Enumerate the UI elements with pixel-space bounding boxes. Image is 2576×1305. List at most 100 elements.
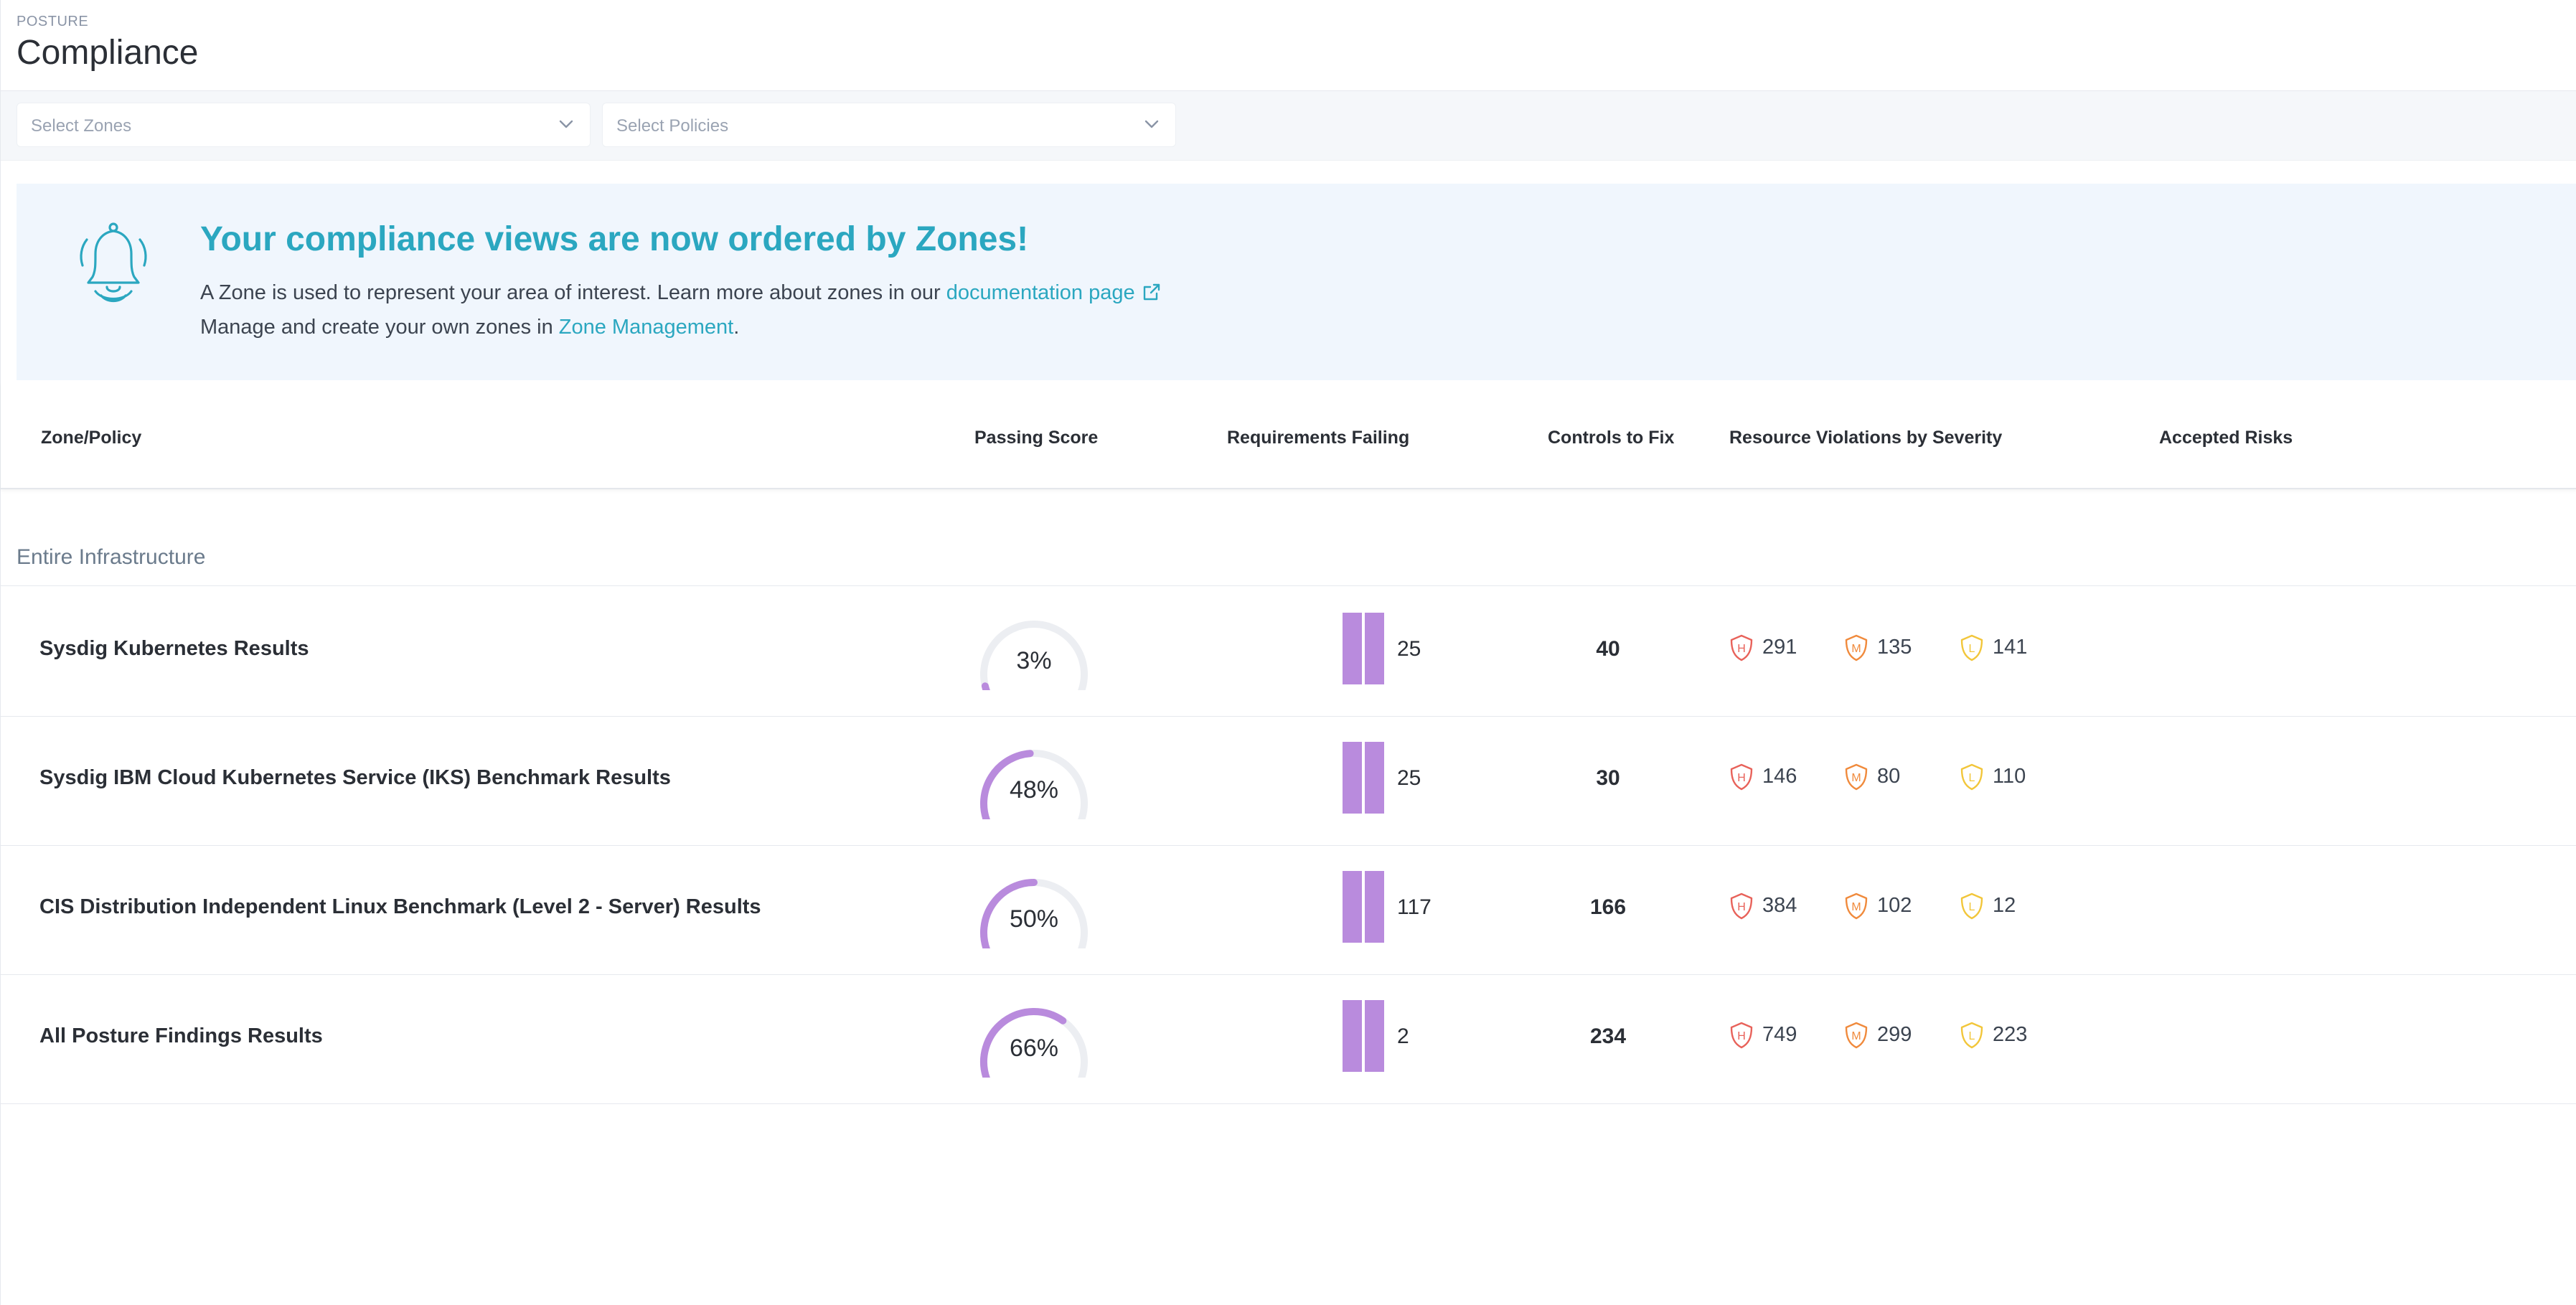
controls-to-fix-value[interactable]: 166 — [1536, 895, 1680, 920]
policies-select[interactable]: Select Policies — [602, 103, 1176, 147]
violation-count: 110 — [1993, 765, 2026, 788]
zones-select[interactable]: Select Zones — [17, 103, 591, 147]
shield-medium-icon: M — [1845, 892, 1868, 920]
severity-letter: H — [1737, 1030, 1746, 1042]
violation-count: 291 — [1762, 636, 1797, 659]
compliance-page: POSTURE Compliance Select Zones Select P… — [0, 0, 2576, 1305]
violation-count: 135 — [1877, 636, 1912, 659]
filter-bar: Select Zones Select Policies — [1, 91, 2576, 161]
violation-count: 749 — [1762, 1023, 1797, 1046]
violation-count: 299 — [1877, 1023, 1912, 1046]
banner-text: A Zone is used to represent your area of… — [200, 281, 946, 304]
page-title: Compliance — [17, 34, 199, 72]
bar-segment — [1343, 1000, 1362, 1072]
table-row[interactable]: All Posture Findings Results 66% 2 234 H 749 M… — [1, 974, 2576, 1104]
violation-count: 141 — [1993, 636, 2028, 659]
column-header-requirements-failing[interactable]: Requirements Failing — [1227, 428, 1409, 448]
requirements-failing-value[interactable]: 2 — [1397, 1024, 1409, 1049]
bar-segment — [1343, 742, 1362, 814]
table-row[interactable]: Sysdig Kubernetes Results 3% 25 40 H 291 M 135 L… — [1, 587, 2576, 717]
shield-high-icon: H — [1730, 892, 1753, 920]
shield-low-icon: L — [1960, 634, 1983, 661]
severity-letter: H — [1737, 772, 1746, 784]
controls-to-fix-value[interactable]: 40 — [1536, 637, 1680, 661]
policy-name[interactable]: CIS Distribution Independent Linux Bench… — [39, 895, 761, 919]
passing-score-value: 66% — [1009, 1035, 1059, 1062]
severity-letter: L — [1969, 643, 1975, 655]
policy-name[interactable]: Sysdig IBM Cloud Kubernetes Service (IKS… — [39, 766, 671, 790]
chevron-down-icon — [559, 120, 573, 128]
column-header-controls-to-fix[interactable]: Controls to Fix — [1548, 428, 1674, 448]
severity-letter: M — [1851, 643, 1861, 655]
requirements-bar-icon — [1343, 1000, 1387, 1072]
severity-letter: L — [1969, 901, 1975, 913]
zone-management-link[interactable]: Zone Management — [559, 316, 733, 339]
violation-count: 102 — [1877, 894, 1912, 917]
shield-high-icon: H — [1730, 763, 1753, 791]
column-header-accepted-risks[interactable]: Accepted Risks — [2159, 428, 2293, 448]
banner-text: Manage and create your own zones in — [200, 316, 559, 339]
requirements-bar-icon — [1343, 871, 1387, 943]
requirements-bar-icon — [1343, 613, 1387, 684]
banner-text-line-1: A Zone is used to represent your area of… — [200, 281, 1162, 305]
external-link-icon[interactable] — [1141, 281, 1162, 303]
bar-segment — [1365, 1000, 1384, 1072]
bar-segment — [1365, 871, 1384, 943]
violation-count: 223 — [1993, 1023, 2028, 1046]
shield-high-icon: H — [1730, 1022, 1753, 1049]
requirements-bar-icon — [1343, 742, 1387, 814]
zones-select-placeholder: Select Zones — [31, 116, 132, 136]
severity-letter: L — [1969, 1030, 1975, 1042]
shield-medium-icon: M — [1845, 634, 1868, 661]
zone-group-label: Entire Infrastructure — [17, 545, 206, 569]
violation-count: 80 — [1877, 765, 1901, 788]
severity-letter: H — [1737, 901, 1746, 913]
bar-segment — [1343, 871, 1362, 943]
shield-low-icon: L — [1960, 763, 1983, 791]
severity-letter: M — [1851, 1030, 1861, 1042]
section-label: POSTURE — [17, 14, 89, 29]
severity-letter: L — [1969, 772, 1975, 784]
requirements-failing-value[interactable]: 25 — [1397, 637, 1421, 661]
passing-score-value: 50% — [1009, 905, 1059, 933]
requirements-failing-value[interactable]: 117 — [1397, 895, 1432, 920]
banner-text: . — [733, 316, 740, 339]
page-header: POSTURE Compliance — [1, 0, 2576, 91]
violation-count: 146 — [1762, 765, 1797, 788]
severity-letter: H — [1737, 643, 1746, 655]
documentation-link[interactable]: documentation page — [946, 281, 1135, 304]
chevron-down-icon — [1144, 120, 1159, 128]
violation-count: 12 — [1993, 894, 2016, 917]
shield-medium-icon: M — [1845, 1022, 1868, 1049]
bar-segment — [1343, 613, 1362, 684]
bar-segment — [1365, 613, 1384, 684]
severity-letter: M — [1851, 772, 1861, 784]
gauge-fill — [981, 682, 990, 690]
banner-title: Your compliance views are now ordered by… — [200, 220, 1029, 258]
column-header-passing-score[interactable]: Passing Score — [974, 428, 1098, 448]
shield-high-icon: H — [1730, 634, 1753, 661]
divider — [1, 585, 2576, 586]
shield-medium-icon: M — [1845, 763, 1868, 791]
policy-name[interactable]: Sysdig Kubernetes Results — [39, 637, 309, 661]
banner-text-line-2: Manage and create your own zones in Zone… — [200, 316, 739, 339]
table-row[interactable]: Sysdig IBM Cloud Kubernetes Service (IKS… — [1, 716, 2576, 846]
requirements-failing-value[interactable]: 25 — [1397, 766, 1421, 791]
severity-letter: M — [1851, 901, 1861, 913]
column-header-resource-violations[interactable]: Resource Violations by Severity — [1729, 428, 2002, 448]
passing-score-value: 3% — [1016, 647, 1052, 674]
table-row[interactable]: CIS Distribution Independent Linux Bench… — [1, 845, 2576, 975]
bar-segment — [1365, 742, 1384, 814]
violation-count: 384 — [1762, 894, 1797, 917]
zones-info-banner: Your compliance views are now ordered by… — [17, 184, 2576, 380]
shield-low-icon: L — [1960, 892, 1983, 920]
bell-icon — [80, 222, 147, 303]
table-header: Zone/Policy Passing Score Requirements F… — [1, 382, 2576, 489]
policies-select-placeholder: Select Policies — [616, 116, 729, 136]
controls-to-fix-value[interactable]: 234 — [1536, 1024, 1680, 1049]
shield-low-icon: L — [1960, 1022, 1983, 1049]
column-header-zone-policy[interactable]: Zone/Policy — [41, 428, 141, 448]
controls-to-fix-value[interactable]: 30 — [1536, 766, 1680, 791]
passing-score-value: 48% — [1009, 776, 1059, 804]
policy-name[interactable]: All Posture Findings Results — [39, 1024, 323, 1048]
